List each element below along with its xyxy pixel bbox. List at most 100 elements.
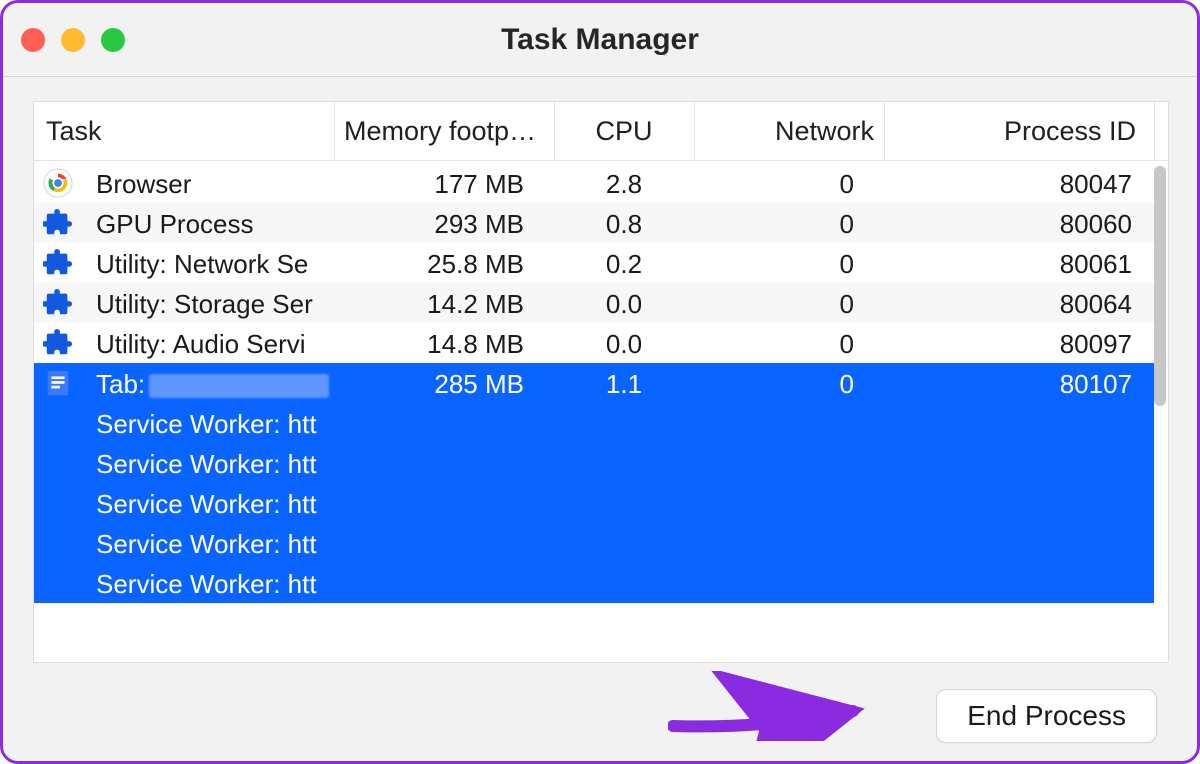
table-row[interactable]: GPU Process293 MB 0.8080060 [34,203,1154,243]
col-divider [694,102,695,161]
pid-cell [884,523,1154,563]
pid-cell: 80107 [884,363,1154,403]
pid-cell [884,443,1154,483]
col-divider [1154,102,1155,161]
puzzle-icon [42,207,74,239]
cpu-cell [554,523,694,563]
cpu-cell: 0.2 [554,243,694,283]
col-divider [554,102,555,161]
table-row[interactable]: Utility: Network Se25.8 MB 0.2080061 [34,243,1154,283]
task-manager-window: Task Manager Task Memory footp… CPU Netw… [0,0,1200,764]
network-cell: 0 [694,363,884,403]
content-area: Task Memory footp… CPU Network Process I… [3,77,1197,673]
end-process-button[interactable]: End Process [936,689,1157,743]
task-name: Utility: Storage Ser [96,283,334,323]
annotation-arrow-icon [668,671,868,741]
network-cell: 0 [694,283,884,323]
pid-cell [884,563,1154,603]
memory-cell [334,403,534,443]
footer: End Process [3,671,1197,761]
zoom-icon[interactable] [101,28,125,52]
cpu-cell [554,443,694,483]
task-name: Tab: [96,363,334,403]
memory-cell: 177 MB [334,163,534,203]
puzzle-icon [42,327,74,359]
window-controls [21,28,125,52]
pid-cell [884,403,1154,443]
task-name: Utility: Audio Servi [96,323,334,363]
chrome-icon [42,167,74,199]
cpu-cell [554,483,694,523]
cpu-cell [554,563,694,603]
blank-icon [42,407,74,439]
memory-cell: 14.8 MB [334,323,534,363]
scrollbar-thumb[interactable] [1154,166,1166,406]
table-body: Browser177 MB2.8080047GPU Process293 MB0… [34,163,1168,603]
puzzle-icon [42,287,74,319]
network-cell [694,523,884,563]
network-cell: 0 [694,243,884,283]
network-cell [694,443,884,483]
col-divider [334,102,335,161]
pid-cell: 80097 [884,323,1154,363]
memory-cell [334,483,534,523]
col-header-cpu[interactable]: CPU [554,102,694,161]
task-name: Service Worker: htt [96,403,334,443]
cpu-cell: 1.1 [554,363,694,403]
pid-cell [884,483,1154,523]
col-header-network[interactable]: Network [694,102,884,161]
cpu-cell [554,403,694,443]
table-row[interactable]: Browser177 MB 2.8080047 [34,163,1154,203]
task-name: GPU Process [96,203,334,243]
col-header-task[interactable]: Task [34,102,334,161]
blank-icon [42,447,74,479]
blank-icon [42,487,74,519]
table-row[interactable]: Service Worker: htt [34,563,1154,603]
network-cell: 0 [694,163,884,203]
memory-cell [334,443,534,483]
blank-icon [42,527,74,559]
table-row[interactable]: Service Worker: htt [34,443,1154,483]
memory-cell: 293 MB [334,203,534,243]
network-cell [694,403,884,443]
table-row[interactable]: Utility: Audio Servi14.8 MB 0.0080097 [34,323,1154,363]
redacted-text [149,374,329,398]
task-name: Service Worker: htt [96,563,334,603]
table-row[interactable]: Service Worker: htt [34,483,1154,523]
window-title: Task Manager [3,23,1197,57]
memory-cell [334,563,534,603]
task-name: Service Worker: htt [96,483,334,523]
network-cell [694,563,884,603]
table-row[interactable]: Tab:285 MB 1.1080107 [34,363,1154,403]
table-row[interactable]: Service Worker: htt [34,523,1154,563]
memory-cell: 25.8 MB [334,243,534,283]
col-header-memory[interactable]: Memory footp… [334,102,554,161]
col-header-pid[interactable]: Process ID [884,102,1154,161]
pid-cell: 80064 [884,283,1154,323]
minimize-icon[interactable] [61,28,85,52]
cpu-cell: 0.0 [554,283,694,323]
titlebar: Task Manager [3,3,1197,77]
table-header: Task Memory footp… CPU Network Process I… [34,102,1168,161]
cpu-cell: 2.8 [554,163,694,203]
process-table: Task Memory footp… CPU Network Process I… [33,101,1169,663]
network-cell [694,483,884,523]
memory-cell: 285 MB [334,363,534,403]
pid-cell: 80061 [884,243,1154,283]
memory-cell: 14.2 MB [334,283,534,323]
table-row[interactable]: Service Worker: htt [34,403,1154,443]
table-row[interactable]: Utility: Storage Ser14.2 MB 0.0080064 [34,283,1154,323]
close-icon[interactable] [21,28,45,52]
blank-icon [42,567,74,599]
task-name: Utility: Network Se [96,243,334,283]
cpu-cell: 0.8 [554,203,694,243]
puzzle-icon [42,247,74,279]
doc-icon [42,367,74,399]
cpu-cell: 0.0 [554,323,694,363]
task-name: Browser [96,163,334,203]
task-name: Service Worker: htt [96,443,334,483]
network-cell: 0 [694,323,884,363]
pid-cell: 80047 [884,163,1154,203]
network-cell: 0 [694,203,884,243]
pid-cell: 80060 [884,203,1154,243]
